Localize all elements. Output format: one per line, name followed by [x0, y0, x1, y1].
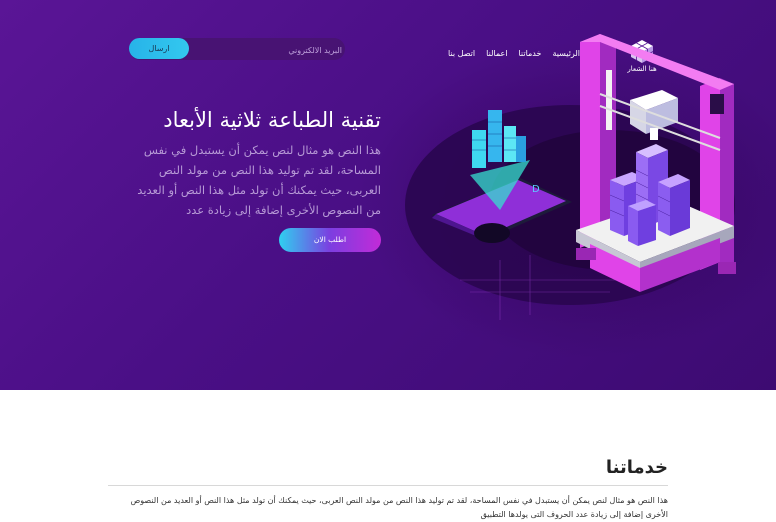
- svg-text:D: D: [532, 184, 540, 195]
- send-button[interactable]: ارسال: [129, 38, 189, 59]
- email-input[interactable]: [190, 40, 344, 60]
- hero-description: هذا النص هو مثال لنص يمكن أن يستبدل في ن…: [137, 143, 381, 217]
- services-divider: [108, 485, 668, 486]
- services-section: خدماتنا هذا النص هو مثال لنص يمكن أن يست…: [0, 390, 776, 519]
- services-title: خدماتنا: [605, 457, 668, 478]
- order-now-button[interactable]: اطلب الان: [279, 228, 381, 252]
- 3d-printer-illustration: D: [405, 34, 736, 320]
- services-description: هذا النص هو مثال لنص يمكن أن يستبدل في ن…: [130, 496, 668, 519]
- hero-title: تقنية الطباعة ثلاثية الأبعاد: [163, 108, 381, 132]
- hero-section: ارسال الرئيسية خدماتنا اعمالنا اتصل بنا …: [0, 0, 776, 390]
